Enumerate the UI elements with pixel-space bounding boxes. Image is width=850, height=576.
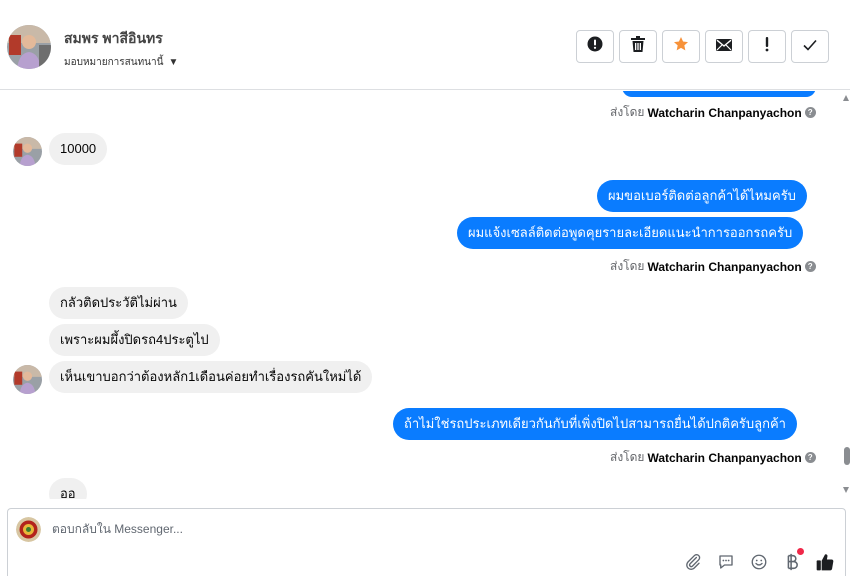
message-bubble-outgoing-partial bbox=[622, 91, 816, 97]
message-bubble-outgoing: ผมขอเบอร์ติดต่อลูกค้าได้ไหมครับ bbox=[597, 180, 807, 212]
info-icon[interactable]: ? bbox=[804, 107, 816, 118]
paperclip-icon[interactable] bbox=[683, 552, 703, 572]
sent-by-prefix: ส่งโดย bbox=[610, 259, 645, 273]
message-bubble-outgoing: ผมแจ้งเซลล์ติดต่อพูดคุยรายละเอียดแนะนำกา… bbox=[457, 217, 804, 249]
exclamation-circle-icon bbox=[587, 36, 603, 57]
message-thread: ส่งโดย Watcharin Chanpanyachon ? 10000 ผ… bbox=[0, 91, 845, 499]
spam-button[interactable] bbox=[576, 30, 614, 63]
page-avatar bbox=[16, 517, 41, 542]
thumbs-up-icon[interactable] bbox=[815, 552, 835, 572]
info-icon[interactable]: ? bbox=[804, 261, 816, 272]
message-bubble-incoming: 10000 bbox=[49, 133, 108, 165]
scroll-up-arrow[interactable] bbox=[843, 95, 849, 101]
emoji-icon[interactable] bbox=[749, 552, 769, 572]
composer-toolbar bbox=[683, 548, 835, 572]
star-button[interactable] bbox=[662, 30, 700, 63]
baht-payment-icon[interactable] bbox=[782, 548, 804, 572]
sent-by-prefix: ส่งโดย bbox=[610, 105, 645, 119]
message-bubble-incoming: ออ bbox=[49, 478, 87, 499]
delete-button[interactable] bbox=[619, 30, 657, 63]
info-icon[interactable]: ? bbox=[804, 452, 816, 463]
mark-unread-button[interactable] bbox=[705, 30, 743, 63]
check-icon bbox=[803, 38, 817, 56]
reply-input[interactable] bbox=[52, 522, 652, 536]
mark-done-button[interactable] bbox=[791, 30, 829, 63]
caret-down-icon: ▼ bbox=[168, 57, 179, 68]
message-bubble-incoming: กลัวติดประวัติไม่ผ่าน bbox=[49, 287, 188, 319]
exclamation-icon bbox=[764, 36, 770, 57]
follow-up-button[interactable] bbox=[748, 30, 786, 63]
message-bubble-incoming: เพราะผมผึ้งปิดรถ4ประตูไป bbox=[49, 324, 220, 356]
message-bubble-outgoing: ถ้าไม่ใช่รถประเภทเดียวกันกับที่เพิ่งปิดไ… bbox=[393, 408, 797, 440]
assign-label: มอบหมายการสนทนานี้ bbox=[64, 57, 164, 68]
reply-composer bbox=[7, 508, 846, 576]
agent-name: Watcharin Chanpanyachon bbox=[647, 450, 802, 465]
contact-avatar[interactable] bbox=[7, 25, 51, 69]
contact-avatar-small bbox=[13, 365, 42, 394]
message-bubble-incoming: เห็นเขาบอกว่าต้องหลัก1เดือนค่อยทำเรื่องร… bbox=[49, 361, 373, 393]
sent-by-label: ส่งโดย Watcharin Chanpanyachon ? bbox=[610, 257, 816, 276]
star-icon bbox=[673, 36, 689, 57]
assign-conversation-dropdown[interactable]: มอบหมายการสนทนานี้ ▼ bbox=[64, 55, 178, 70]
sent-by-prefix: ส่งโดย bbox=[610, 450, 645, 464]
trash-icon bbox=[631, 36, 645, 57]
agent-name: Watcharin Chanpanyachon bbox=[647, 259, 802, 274]
sent-by-label: ส่งโดย Watcharin Chanpanyachon ? bbox=[610, 448, 816, 467]
scroll-down-arrow[interactable] bbox=[843, 487, 849, 493]
sent-by-label: ส่งโดย Watcharin Chanpanyachon ? bbox=[610, 103, 816, 122]
contact-name[interactable]: สมพร พาสีอินทร bbox=[64, 28, 163, 50]
envelope-icon bbox=[716, 38, 732, 56]
saved-replies-icon[interactable] bbox=[716, 552, 736, 572]
agent-name: Watcharin Chanpanyachon bbox=[647, 105, 802, 120]
notification-dot bbox=[797, 548, 804, 555]
contact-avatar-small bbox=[13, 137, 42, 166]
conversation-header: สมพร พาสีอินทร มอบหมายการสนทนานี้ ▼ bbox=[0, 0, 850, 90]
conversation-actions bbox=[576, 30, 829, 63]
scrollbar-thumb[interactable] bbox=[844, 447, 850, 465]
